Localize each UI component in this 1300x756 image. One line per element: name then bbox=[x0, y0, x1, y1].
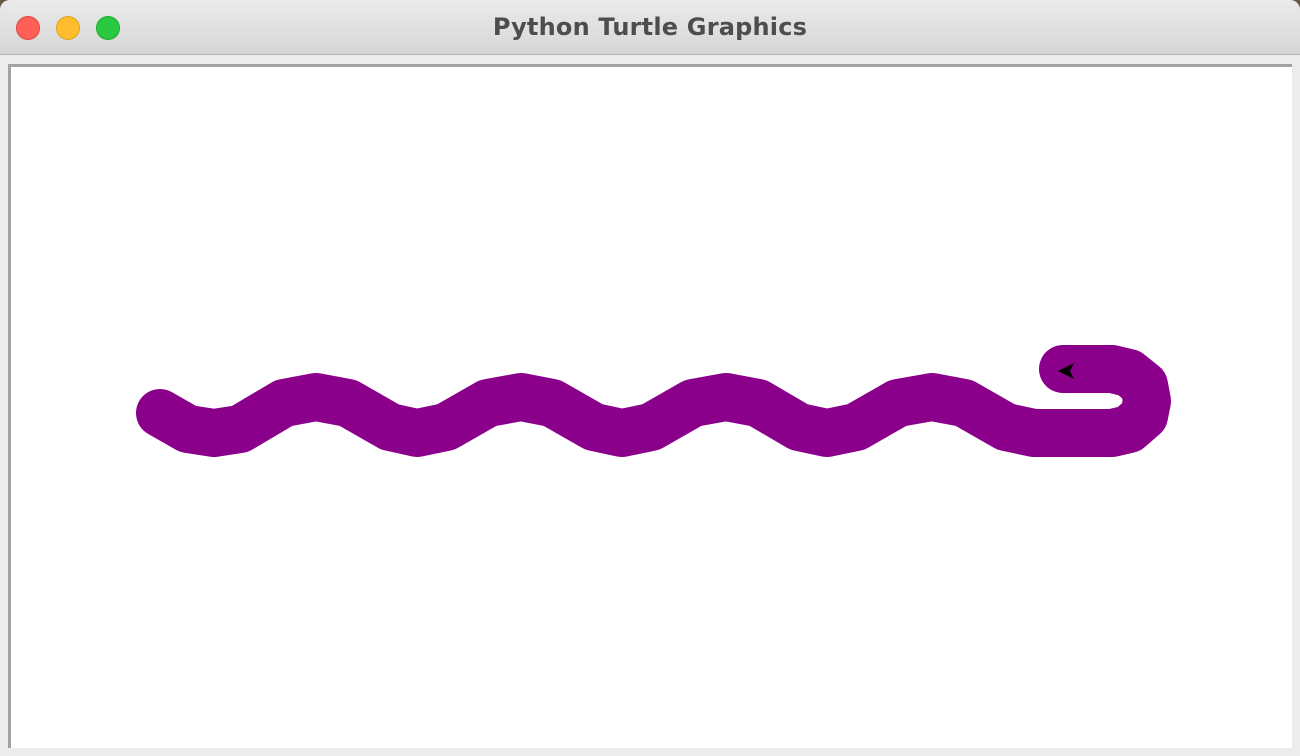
title-bar[interactable]: Python Turtle Graphics bbox=[0, 0, 1300, 55]
window-title: Python Turtle Graphics bbox=[492, 13, 808, 41]
turtle-window: Python Turtle Graphics bbox=[0, 0, 1300, 756]
turtle-canvas[interactable] bbox=[8, 64, 1292, 748]
pen-trail bbox=[136, 345, 1171, 457]
drawing-surface bbox=[136, 345, 1171, 457]
